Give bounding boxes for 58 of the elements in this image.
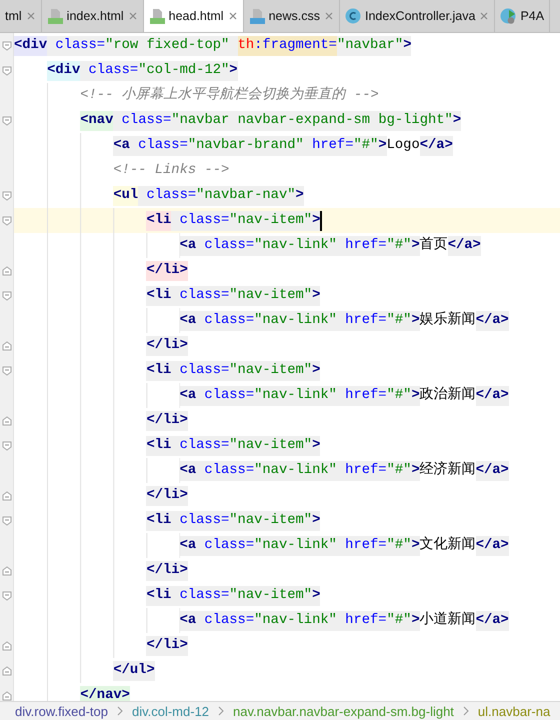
code-line: <a class="nav-link" href="#">政治新闻</a> — [14, 383, 509, 408]
close-icon — [26, 11, 36, 21]
code-line: <a class="nav-link" href="#">首页</a> — [14, 233, 481, 258]
fold-icon[interactable] — [2, 640, 12, 650]
fold-icon[interactable] — [2, 190, 12, 200]
fold-icon[interactable] — [2, 40, 12, 50]
editor-tab[interactable]: head.html — [144, 0, 244, 32]
editor-tab[interactable]: index.html — [42, 0, 144, 32]
css-file-icon — [248, 8, 265, 24]
fold-icon[interactable] — [2, 566, 12, 576]
code-line: <li class="nav-item"> — [14, 358, 320, 383]
code-line: <ul class="navbar-nav"> — [14, 183, 304, 208]
fold-icon[interactable] — [2, 266, 12, 276]
fold-icon[interactable] — [2, 116, 12, 126]
text-caret — [320, 210, 322, 230]
code-line: <li class="nav-item"> — [14, 283, 320, 308]
fold-icon[interactable] — [2, 216, 12, 226]
editor-tab[interactable]: tml — [0, 0, 42, 32]
code-line: <a class="nav-link" href="#">娱乐新闻</a> — [14, 308, 509, 333]
code-line: <div class="col-md-12"> — [14, 58, 238, 83]
fold-icon[interactable] — [2, 440, 12, 450]
editor-tab[interactable]: P4A — [495, 0, 550, 32]
code-line: </ul> — [14, 658, 155, 683]
fold-icon[interactable] — [2, 290, 12, 300]
fold-icon[interactable] — [2, 590, 12, 600]
code-line: <li class="nav-item"> — [14, 508, 320, 533]
close-icon — [324, 11, 334, 21]
code-line: <a class="navbar-brand" href="#">Logo</a> — [14, 133, 453, 158]
class-file-icon — [344, 8, 361, 24]
code-line: <a class="nav-link" href="#">文化新闻</a> — [14, 533, 509, 558]
code-line: <div class="row fixed-top" th:fragment="navbar"> — [14, 33, 412, 58]
code-line: <!-- 小屏幕上水平导航栏会切换为垂直的 --> — [14, 83, 379, 108]
chevron-icon — [217, 706, 226, 716]
close-icon — [228, 11, 238, 21]
fold-icon[interactable] — [2, 416, 12, 426]
run-config-icon — [500, 8, 516, 24]
code-line: <li class="nav-item"> — [14, 583, 320, 608]
fold-icon[interactable] — [2, 66, 12, 76]
code-line: <li class="nav-item"> — [14, 433, 320, 458]
fold-icon[interactable] — [2, 516, 12, 526]
editor-tab[interactable]: IndexController.java — [340, 0, 496, 32]
fold-icon[interactable] — [2, 340, 12, 350]
fold-icon[interactable] — [2, 690, 12, 700]
close-icon — [479, 11, 490, 21]
fold-icon[interactable] — [2, 666, 12, 676]
code-line: <!-- Links --> — [14, 158, 230, 183]
close-icon — [128, 11, 138, 21]
chevron-icon — [462, 706, 470, 716]
fold-icon[interactable] — [2, 490, 12, 500]
html-file-icon — [46, 8, 63, 24]
code-line: <a class="nav-link" href="#">经济新闻</a> — [14, 458, 509, 483]
code-line: <li class="nav-item"> — [14, 208, 322, 233]
code-line: <a class="nav-link" href="#">小道新闻</a> — [14, 608, 509, 633]
html-file-icon — [148, 8, 165, 24]
editor-tab[interactable]: news.css — [244, 0, 340, 32]
fold-icon[interactable] — [2, 366, 12, 376]
breadcrumb-item[interactable]: div.row.fixed-top — [15, 704, 108, 718]
chevron-icon — [116, 706, 124, 716]
